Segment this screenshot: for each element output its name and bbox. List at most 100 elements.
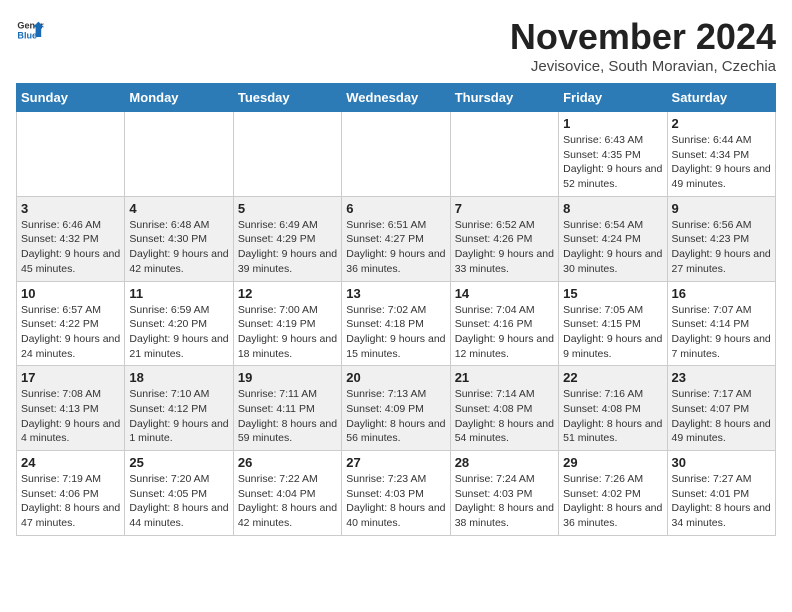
day-number: 17 bbox=[21, 370, 120, 385]
day-cell bbox=[450, 112, 558, 197]
day-cell: 7 Sunrise: 6:52 AM Sunset: 4:26 PM Daylig… bbox=[450, 196, 558, 281]
day-cell: 11 Sunrise: 6:59 AM Sunset: 4:20 PM Dayli… bbox=[125, 281, 233, 366]
day-cell: 13 Sunrise: 7:02 AM Sunset: 4:18 PM Dayli… bbox=[342, 281, 450, 366]
day-info: Sunrise: 7:19 AM Sunset: 4:06 PM Dayligh… bbox=[21, 472, 120, 531]
day-info: Sunrise: 7:02 AM Sunset: 4:18 PM Dayligh… bbox=[346, 303, 445, 362]
day-number: 23 bbox=[672, 370, 771, 385]
day-cell: 28 Sunrise: 7:24 AM Sunset: 4:03 PM Dayli… bbox=[450, 451, 558, 536]
day-number: 16 bbox=[672, 286, 771, 301]
col-header-thursday: Thursday bbox=[450, 84, 558, 112]
day-info: Sunrise: 7:27 AM Sunset: 4:01 PM Dayligh… bbox=[672, 472, 771, 531]
logo-icon: General Blue bbox=[16, 16, 44, 44]
day-info: Sunrise: 7:10 AM Sunset: 4:12 PM Dayligh… bbox=[129, 387, 228, 446]
month-title: November 2024 bbox=[510, 16, 776, 58]
col-header-sunday: Sunday bbox=[17, 84, 125, 112]
col-header-friday: Friday bbox=[559, 84, 667, 112]
logo: General Blue bbox=[16, 16, 44, 44]
day-number: 29 bbox=[563, 455, 662, 470]
day-number: 4 bbox=[129, 201, 228, 216]
day-number: 20 bbox=[346, 370, 445, 385]
day-number: 30 bbox=[672, 455, 771, 470]
week-row-5: 24Sunrise: 7:19 AM Sunset: 4:06 PM Dayli… bbox=[17, 451, 776, 536]
day-number: 13 bbox=[346, 286, 445, 301]
day-cell: 12Sunrise: 7:00 AM Sunset: 4:19 PM Dayli… bbox=[233, 281, 341, 366]
day-number: 27 bbox=[346, 455, 445, 470]
day-cell: 9Sunrise: 6:56 AM Sunset: 4:23 PM Daylig… bbox=[667, 196, 775, 281]
day-number: 3 bbox=[21, 201, 120, 216]
location: Jevisovice, South Moravian, Czechia bbox=[510, 58, 776, 75]
day-info: Sunrise: 7:05 AM Sunset: 4:15 PM Dayligh… bbox=[563, 303, 662, 362]
day-cell: 27 Sunrise: 7:23 AM Sunset: 4:03 PM Dayli… bbox=[342, 451, 450, 536]
day-cell: 20 Sunrise: 7:13 AM Sunset: 4:09 PM Dayli… bbox=[342, 366, 450, 451]
day-info: Sunrise: 7:17 AM Sunset: 4:07 PM Dayligh… bbox=[672, 387, 771, 446]
title-area: November 2024 Jevisovice, South Moravian… bbox=[510, 16, 776, 75]
week-row-3: 10 Sunrise: 6:57 AM Sunset: 4:22 PM Dayli… bbox=[17, 281, 776, 366]
day-number: 2 bbox=[672, 116, 771, 131]
day-number: 22 bbox=[563, 370, 662, 385]
day-info: Sunrise: 6:52 AM Sunset: 4:26 PM Dayligh… bbox=[455, 218, 554, 277]
day-info: Sunrise: 6:49 AM Sunset: 4:29 PM Dayligh… bbox=[238, 218, 337, 277]
day-cell: 18 Sunrise: 7:10 AM Sunset: 4:12 PM Dayli… bbox=[125, 366, 233, 451]
day-number: 28 bbox=[455, 455, 554, 470]
svg-text:Blue: Blue bbox=[17, 30, 37, 40]
day-number: 12 bbox=[238, 286, 337, 301]
day-number: 18 bbox=[129, 370, 228, 385]
day-cell: 15 Sunrise: 7:05 AM Sunset: 4:15 PM Dayli… bbox=[559, 281, 667, 366]
day-cell: 23 Sunrise: 7:17 AM Sunset: 4:07 PM Dayli… bbox=[667, 366, 775, 451]
day-cell: 3Sunrise: 6:46 AM Sunset: 4:32 PM Daylig… bbox=[17, 196, 125, 281]
day-info: Sunrise: 7:04 AM Sunset: 4:16 PM Dayligh… bbox=[455, 303, 554, 362]
day-info: Sunrise: 7:22 AM Sunset: 4:04 PM Dayligh… bbox=[238, 472, 337, 531]
day-cell: 29 Sunrise: 7:26 AM Sunset: 4:02 PM Dayli… bbox=[559, 451, 667, 536]
day-cell: 16 Sunrise: 7:07 AM Sunset: 4:14 PM Dayli… bbox=[667, 281, 775, 366]
day-cell: 17 Sunrise: 7:08 AM Sunset: 4:13 PM Dayli… bbox=[17, 366, 125, 451]
day-number: 15 bbox=[563, 286, 662, 301]
calendar-table: SundayMondayTuesdayWednesdayThursdayFrid… bbox=[16, 83, 776, 536]
day-info: Sunrise: 6:57 AM Sunset: 4:22 PM Dayligh… bbox=[21, 303, 120, 362]
week-row-1: 1 Sunrise: 6:43 AM Sunset: 4:35 PM Daylig… bbox=[17, 112, 776, 197]
day-cell bbox=[233, 112, 341, 197]
day-cell bbox=[342, 112, 450, 197]
day-number: 6 bbox=[346, 201, 445, 216]
day-cell: 14 Sunrise: 7:04 AM Sunset: 4:16 PM Dayli… bbox=[450, 281, 558, 366]
day-number: 19 bbox=[238, 370, 337, 385]
day-info: Sunrise: 7:08 AM Sunset: 4:13 PM Dayligh… bbox=[21, 387, 120, 446]
day-info: Sunrise: 7:16 AM Sunset: 4:08 PM Dayligh… bbox=[563, 387, 662, 446]
day-number: 8 bbox=[563, 201, 662, 216]
day-cell: 21Sunrise: 7:14 AM Sunset: 4:08 PM Dayli… bbox=[450, 366, 558, 451]
week-row-4: 17 Sunrise: 7:08 AM Sunset: 4:13 PM Dayli… bbox=[17, 366, 776, 451]
day-info: Sunrise: 7:13 AM Sunset: 4:09 PM Dayligh… bbox=[346, 387, 445, 446]
day-info: Sunrise: 7:23 AM Sunset: 4:03 PM Dayligh… bbox=[346, 472, 445, 531]
day-number: 25 bbox=[129, 455, 228, 470]
day-number: 14 bbox=[455, 286, 554, 301]
day-cell: 22 Sunrise: 7:16 AM Sunset: 4:08 PM Dayli… bbox=[559, 366, 667, 451]
day-info: Sunrise: 7:26 AM Sunset: 4:02 PM Dayligh… bbox=[563, 472, 662, 531]
col-header-wednesday: Wednesday bbox=[342, 84, 450, 112]
day-info: Sunrise: 6:59 AM Sunset: 4:20 PM Dayligh… bbox=[129, 303, 228, 362]
day-info: Sunrise: 6:48 AM Sunset: 4:30 PM Dayligh… bbox=[129, 218, 228, 277]
page-header: General Blue November 2024 Jevisovice, S… bbox=[16, 16, 776, 75]
day-cell: 30 Sunrise: 7:27 AM Sunset: 4:01 PM Dayli… bbox=[667, 451, 775, 536]
day-number: 26 bbox=[238, 455, 337, 470]
day-cell bbox=[125, 112, 233, 197]
day-cell: 25 Sunrise: 7:20 AM Sunset: 4:05 PM Dayli… bbox=[125, 451, 233, 536]
day-info: Sunrise: 6:43 AM Sunset: 4:35 PM Dayligh… bbox=[563, 133, 662, 192]
day-number: 5 bbox=[238, 201, 337, 216]
day-number: 21 bbox=[455, 370, 554, 385]
day-info: Sunrise: 6:56 AM Sunset: 4:23 PM Dayligh… bbox=[672, 218, 771, 277]
day-cell: 5 Sunrise: 6:49 AM Sunset: 4:29 PM Daylig… bbox=[233, 196, 341, 281]
day-info: Sunrise: 7:20 AM Sunset: 4:05 PM Dayligh… bbox=[129, 472, 228, 531]
day-info: Sunrise: 7:07 AM Sunset: 4:14 PM Dayligh… bbox=[672, 303, 771, 362]
day-cell: 4 Sunrise: 6:48 AM Sunset: 4:30 PM Daylig… bbox=[125, 196, 233, 281]
day-cell bbox=[17, 112, 125, 197]
day-number: 10 bbox=[21, 286, 120, 301]
day-cell: 8 Sunrise: 6:54 AM Sunset: 4:24 PM Daylig… bbox=[559, 196, 667, 281]
day-cell: 1 Sunrise: 6:43 AM Sunset: 4:35 PM Daylig… bbox=[559, 112, 667, 197]
day-info: Sunrise: 6:54 AM Sunset: 4:24 PM Dayligh… bbox=[563, 218, 662, 277]
day-number: 1 bbox=[563, 116, 662, 131]
col-header-saturday: Saturday bbox=[667, 84, 775, 112]
day-info: Sunrise: 7:24 AM Sunset: 4:03 PM Dayligh… bbox=[455, 472, 554, 531]
day-number: 11 bbox=[129, 286, 228, 301]
day-info: Sunrise: 6:51 AM Sunset: 4:27 PM Dayligh… bbox=[346, 218, 445, 277]
day-number: 7 bbox=[455, 201, 554, 216]
day-info: Sunrise: 6:44 AM Sunset: 4:34 PM Dayligh… bbox=[672, 133, 771, 192]
